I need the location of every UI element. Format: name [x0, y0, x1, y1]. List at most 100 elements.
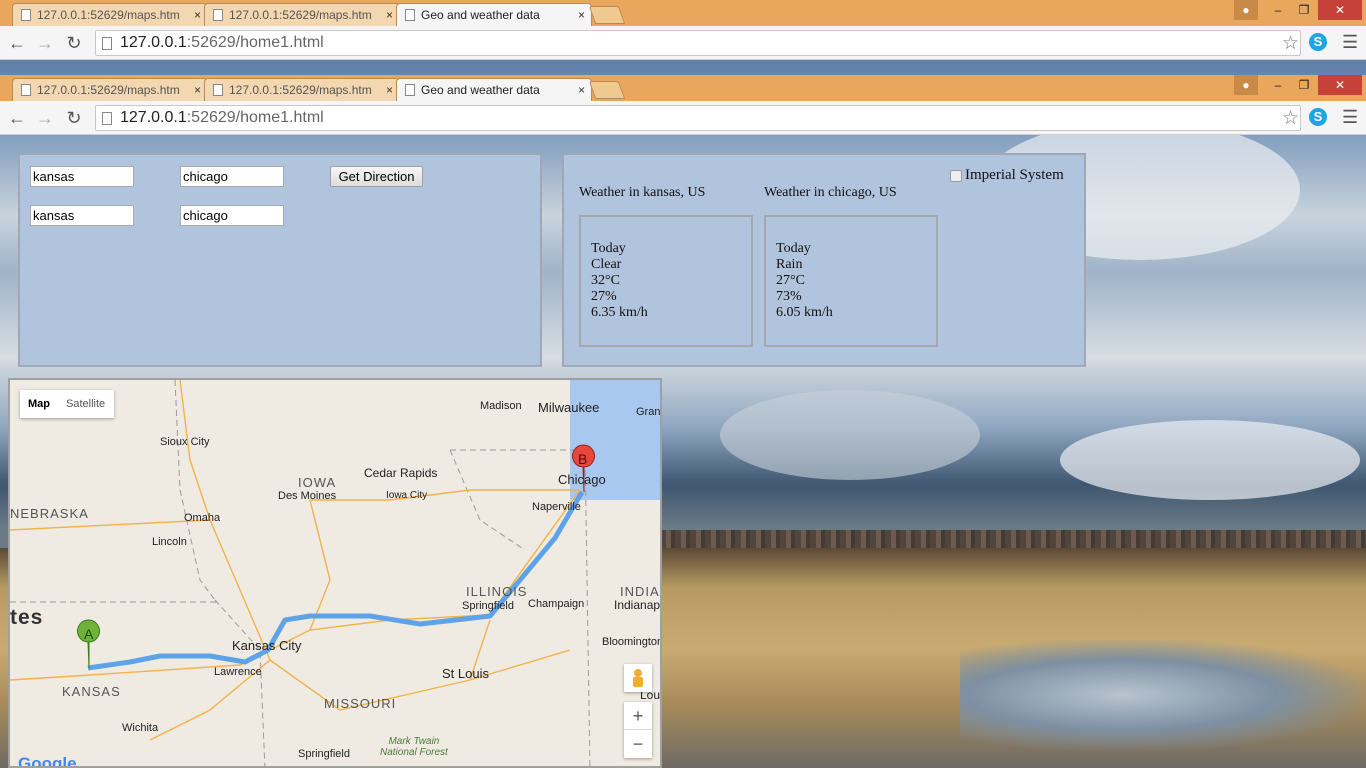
skype-icon[interactable]: S — [1309, 33, 1327, 51]
page-icon — [102, 112, 112, 125]
weather-humidity: 27% — [591, 289, 617, 304]
map-label: Des Moines — [278, 490, 337, 502]
zoom-control: + − — [624, 702, 652, 758]
destination-input[interactable] — [180, 166, 284, 187]
map-label: Mark Twain National Forest — [380, 736, 448, 758]
map-label: Bloomington — [602, 636, 662, 648]
menu-icon[interactable]: ☰ — [1342, 32, 1358, 53]
map-label: Kansas City — [232, 638, 302, 653]
close-icon[interactable]: × — [386, 83, 393, 97]
weather-heading-kansas: Weather in kansas, US — [579, 185, 706, 200]
new-tab-button[interactable] — [588, 81, 626, 99]
directions-panel: Get Direction — [18, 153, 542, 367]
tab-geo-weather[interactable]: Geo and weather data × — [396, 3, 592, 26]
map-label: Champaign — [528, 598, 585, 610]
map-label: Springfield — [298, 748, 350, 760]
zoom-out-button[interactable]: − — [624, 730, 652, 758]
origin-input[interactable] — [30, 166, 134, 187]
address-bar[interactable]: 127.0.0.1:52629/home1.html ☆ — [95, 30, 1301, 56]
marker-a-label: A — [84, 626, 94, 642]
page-icon — [102, 37, 112, 50]
close-icon[interactable]: × — [194, 8, 201, 22]
menu-icon[interactable]: ☰ — [1342, 107, 1358, 128]
map-label: Iowa City — [386, 490, 428, 501]
close-icon[interactable]: × — [578, 83, 585, 97]
map-label: Lawrence — [214, 666, 262, 678]
state-label: KANSAS — [62, 684, 121, 699]
minimize-icon[interactable]: – — [1266, 0, 1290, 20]
weather-condition: Clear — [591, 257, 622, 272]
state-label: MISSOURI — [324, 696, 397, 711]
profile-icon[interactable]: ● — [1234, 0, 1258, 20]
tab-maps-2[interactable]: 127.0.0.1:52629/maps.htm × — [204, 78, 400, 101]
google-logo: Google — [18, 754, 77, 768]
back-icon[interactable]: ← — [6, 107, 28, 129]
destination-echo-input[interactable] — [180, 205, 284, 226]
map-label: Lincoln — [152, 536, 187, 548]
reload-icon[interactable]: ↻ — [63, 32, 85, 54]
page-icon — [405, 9, 415, 21]
back-icon[interactable]: ← — [6, 32, 28, 54]
origin-echo-input[interactable] — [30, 205, 134, 226]
tab-maps-1[interactable]: 127.0.0.1:52629/maps.htm × — [12, 78, 208, 101]
page-icon — [21, 84, 31, 96]
state-label: INDIA — [620, 584, 660, 599]
map-label: Milwaukee — [538, 400, 600, 415]
get-direction-button[interactable]: Get Direction — [330, 166, 423, 187]
minimize-icon[interactable]: – — [1266, 75, 1290, 95]
page-icon — [21, 9, 31, 21]
window-close-icon[interactable]: ✕ — [1318, 0, 1362, 20]
weather-condition: Rain — [776, 257, 803, 272]
water — [960, 640, 1366, 750]
weather-day: Today — [591, 241, 626, 256]
map-type-satellite-button[interactable]: Satellite — [66, 398, 105, 410]
forward-icon[interactable]: → — [34, 107, 56, 129]
bookmark-star-icon[interactable]: ☆ — [1282, 32, 1299, 55]
map-label: Gran — [636, 406, 661, 418]
map-label: Chicago — [558, 472, 606, 487]
pegman-icon[interactable] — [624, 664, 652, 692]
bookmark-star-icon[interactable]: ☆ — [1282, 107, 1299, 130]
map-type-map-button[interactable]: Map — [28, 398, 50, 410]
tab-bar: 127.0.0.1:52629/maps.htm × 127.0.0.1:5262… — [0, 0, 1366, 26]
weather-wind: 6.05 km/h — [776, 305, 833, 320]
weather-wind: 6.35 km/h — [591, 305, 648, 320]
close-icon[interactable]: × — [578, 8, 585, 22]
forward-icon[interactable]: → — [34, 32, 56, 54]
new-tab-button[interactable] — [588, 6, 626, 24]
window-close-icon[interactable]: ✕ — [1318, 75, 1362, 95]
imperial-checkbox[interactable] — [950, 170, 962, 182]
profile-icon[interactable]: ● — [1234, 75, 1258, 95]
restore-icon[interactable]: ❐ — [1292, 0, 1316, 20]
map-type-control: Map Satellite — [20, 390, 114, 418]
reload-icon[interactable]: ↻ — [63, 107, 85, 129]
close-icon[interactable]: × — [386, 8, 393, 22]
imperial-label: Imperial System — [965, 167, 1064, 183]
map-label: St Louis — [442, 666, 489, 681]
state-label: NEBRASKA — [10, 506, 89, 521]
page-icon — [213, 84, 223, 96]
map-label: Springfield — [462, 600, 514, 612]
route-map[interactable]: A B Map Satellite Madison Milwaukee Gran… — [8, 378, 662, 768]
weather-heading-chicago: Weather in chicago, US — [764, 185, 897, 200]
zoom-in-button[interactable]: + — [624, 702, 652, 730]
page-icon — [405, 84, 415, 96]
restore-icon[interactable]: ❐ — [1292, 75, 1316, 95]
page-icon — [213, 9, 223, 21]
map-label: Naperville — [532, 501, 581, 513]
tab-geo-weather[interactable]: Geo and weather data × — [396, 78, 592, 101]
map-label: Sioux City — [160, 436, 210, 448]
skype-icon[interactable]: S — [1309, 108, 1327, 126]
close-icon[interactable]: × — [194, 83, 201, 97]
state-label: ILLINOIS — [466, 584, 528, 599]
map-label: Omaha — [184, 512, 221, 524]
map-label: Madison — [480, 400, 522, 412]
map-label: Cedar Rapids — [364, 466, 438, 480]
marker-b-label: B — [578, 451, 587, 467]
weather-temp: 27°C — [776, 273, 805, 288]
address-bar[interactable]: 127.0.0.1:52629/home1.html ☆ — [95, 105, 1301, 131]
state-borders — [10, 380, 591, 766]
tab-maps-1[interactable]: 127.0.0.1:52629/maps.htm × — [12, 3, 208, 26]
tab-maps-2[interactable]: 127.0.0.1:52629/maps.htm × — [204, 3, 400, 26]
route-line — [87, 490, 585, 671]
